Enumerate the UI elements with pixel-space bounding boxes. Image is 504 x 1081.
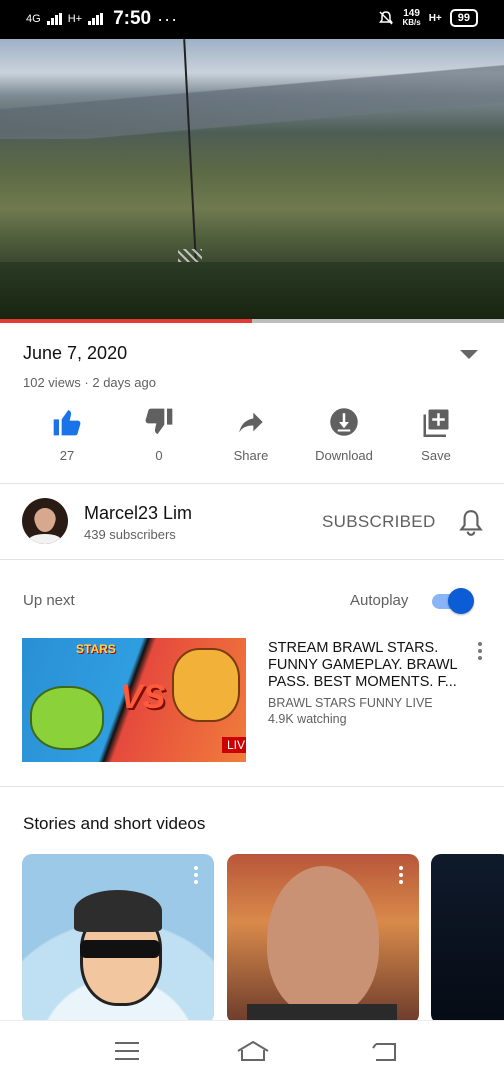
thumbnail-character-left xyxy=(30,686,104,750)
toggle-knob xyxy=(448,588,474,614)
channel-row[interactable]: Marcel23 Lim 439 subscribers SUBSCRIBED xyxy=(0,484,504,560)
status-bar: 4G H+ 7:50 ··· 149 KB/s H+ 99 xyxy=(0,0,504,39)
more-options-icon[interactable] xyxy=(476,642,484,663)
video-title: June 7, 2020 xyxy=(23,343,128,363)
autoplay-label: Autoplay xyxy=(350,592,409,609)
story-card[interactable] xyxy=(227,854,419,1024)
story-more-icon[interactable] xyxy=(194,866,200,887)
video-progress-bar[interactable] xyxy=(0,319,504,323)
clock-time: 7:50 xyxy=(113,8,152,29)
story-thumbnail-face xyxy=(267,866,379,1016)
stories-section-title: Stories and short videos xyxy=(23,814,206,833)
share-icon xyxy=(239,412,263,433)
video-frame-trees xyxy=(0,262,504,322)
net-speed-unit: KB/s xyxy=(402,18,421,27)
video-frame-mountains xyxy=(0,59,504,139)
network-4g-label: 4G xyxy=(26,13,41,25)
download-label: Download xyxy=(315,448,373,463)
story-more-icon[interactable] xyxy=(399,866,405,887)
video-player[interactable] xyxy=(0,39,504,322)
net-speed: 149 KB/s xyxy=(402,8,421,28)
story-thumbnail-cap xyxy=(74,890,162,932)
story-card[interactable] xyxy=(22,854,214,1024)
download-button[interactable]: Download xyxy=(299,405,389,463)
up-next-label: Up next xyxy=(23,592,75,609)
story-thumbnail-mask xyxy=(80,940,160,958)
avatar-face xyxy=(35,508,55,532)
mute-bell-icon xyxy=(379,11,394,25)
thumbs-down-icon xyxy=(145,408,173,434)
notification-dots-icon: ··· xyxy=(157,8,179,29)
action-row: 27 0 Share Download Save xyxy=(0,405,504,475)
share-button[interactable]: Share xyxy=(206,405,296,463)
network-hplus-label: H+ xyxy=(67,13,83,25)
subscribed-button[interactable]: SUBSCRIBED xyxy=(322,512,436,532)
channel-avatar[interactable] xyxy=(22,498,68,544)
like-button[interactable]: 27 xyxy=(22,405,112,463)
network-hplus-label-2: H+ xyxy=(428,12,442,24)
up-next-thumbnail[interactable]: STARS VS LIVE xyxy=(22,638,246,762)
divider xyxy=(0,786,504,787)
notification-bell-icon[interactable] xyxy=(458,508,484,538)
status-right: 149 KB/s H+ 99 xyxy=(378,9,478,27)
like-count: 27 xyxy=(59,448,75,463)
add-to-playlist-icon xyxy=(423,409,449,437)
signal-icon-2 xyxy=(88,13,104,25)
download-icon xyxy=(330,408,358,436)
signal-icon xyxy=(46,13,62,25)
save-label: Save xyxy=(421,448,451,463)
back-icon[interactable] xyxy=(370,1039,400,1063)
story-card[interactable] xyxy=(431,854,504,1024)
dislike-button[interactable]: 0 xyxy=(114,405,204,463)
avatar-shirt xyxy=(28,534,62,544)
video-progress-fill xyxy=(0,319,252,323)
up-next-channel: BRAWL STARS FUNNY LIVE xyxy=(268,696,433,710)
divider xyxy=(0,559,504,560)
status-left: 4G H+ 7:50 ··· xyxy=(26,8,178,30)
menu-icon[interactable] xyxy=(112,1039,142,1063)
save-button[interactable]: Save xyxy=(391,405,481,463)
live-badge: LIVE xyxy=(222,737,246,753)
system-nav-bar xyxy=(0,1020,504,1081)
thumbnail-character-right xyxy=(172,648,240,722)
thumbnail-logo: STARS xyxy=(76,642,116,656)
autoplay-toggle[interactable] xyxy=(430,588,476,614)
thumbs-up-icon xyxy=(53,410,81,436)
home-icon[interactable] xyxy=(236,1039,270,1063)
up-next-watching: 4.9K watching xyxy=(268,712,347,726)
net-speed-value: 149 xyxy=(403,8,420,19)
share-label: Share xyxy=(233,448,269,463)
thumbnail-vs-text: VS xyxy=(120,678,166,716)
channel-subscribers: 439 subscribers xyxy=(84,527,176,542)
expand-description-icon[interactable] xyxy=(460,350,478,359)
dislike-count: 0 xyxy=(155,448,163,463)
battery-icon: 99 xyxy=(449,9,478,27)
channel-name[interactable]: Marcel23 Lim xyxy=(84,503,192,524)
video-meta: 102 views · 2 days ago xyxy=(23,375,156,390)
up-next-title[interactable]: STREAM BRAWL STARS. FUNNY GAMEPLAY. BRAW… xyxy=(268,640,468,691)
